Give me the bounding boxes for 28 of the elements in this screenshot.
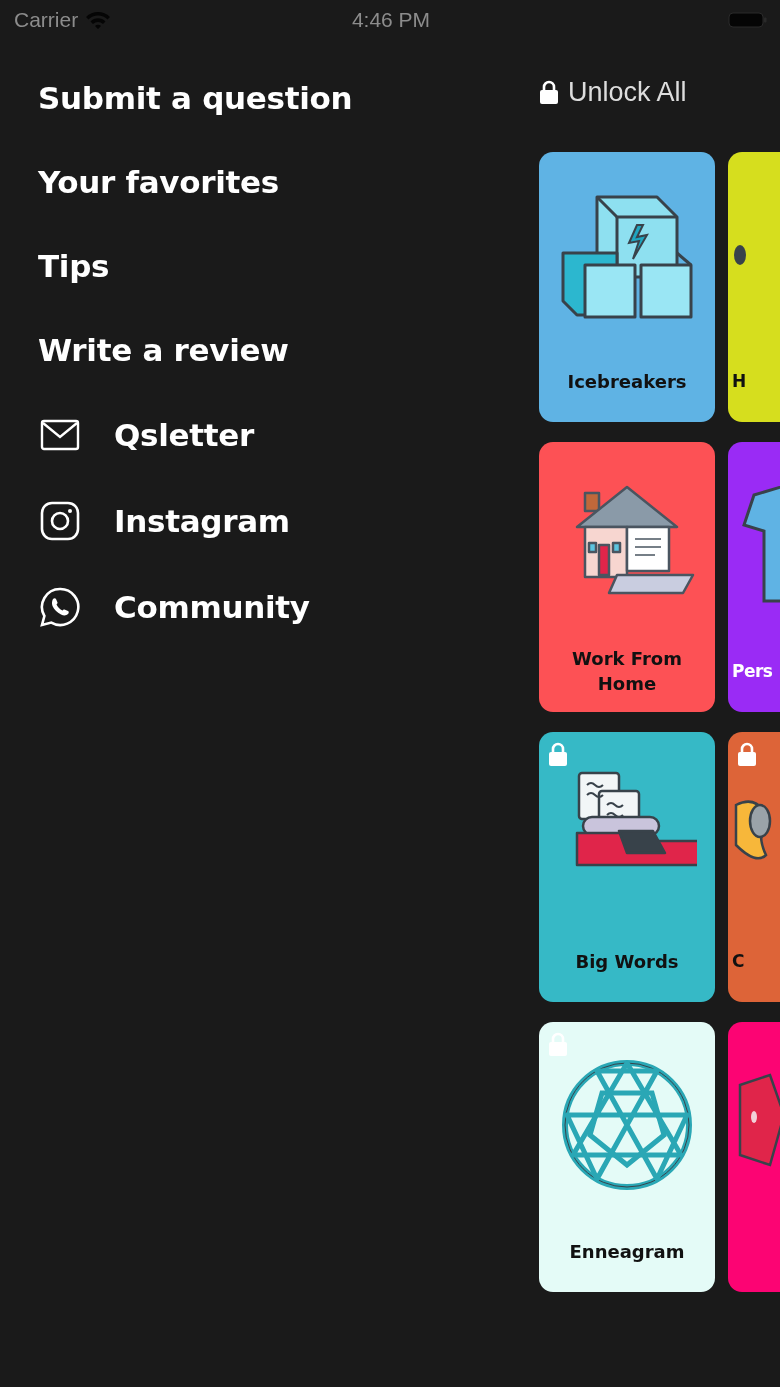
card-title: Icebreakers [567,369,687,394]
category-card[interactable]: Icebreakers [539,152,715,422]
category-card[interactable]: H [728,152,780,422]
lock-icon [540,80,558,104]
chat-bubble-icon [40,587,80,627]
menu-item[interactable]: Qsletter [38,415,254,455]
card-title: Big Words [575,949,679,974]
menu-item[interactable]: Instagram [38,501,290,541]
menu-item[interactable]: Your favorites [38,164,279,200]
card-title: Pers [732,659,773,683]
menu-item[interactable]: Write a review [38,332,289,368]
category-card[interactable]: Pers [728,442,780,712]
card-title: Work From Home [571,647,683,696]
unlock-all-button[interactable]: Unlock All [539,76,687,116]
card-title: Enneagram [569,1239,685,1264]
category-card[interactable]: Enneagram [539,1022,715,1292]
battery-icon [728,10,768,30]
category-card[interactable]: Work From Home [539,442,715,712]
menu-item[interactable]: Community [38,587,310,627]
category-card[interactable]: Big Words [539,732,715,1002]
carrier-name: Carrier [14,8,79,32]
category-card[interactable]: C [728,732,780,1002]
card-title: H [732,369,746,393]
menu-item[interactable]: Tips [38,248,110,284]
card-title: C [732,949,744,973]
camera-icon [40,501,80,541]
clock-time: 4:46 PM [351,8,431,32]
menu-item[interactable]: Submit a question [38,80,353,116]
